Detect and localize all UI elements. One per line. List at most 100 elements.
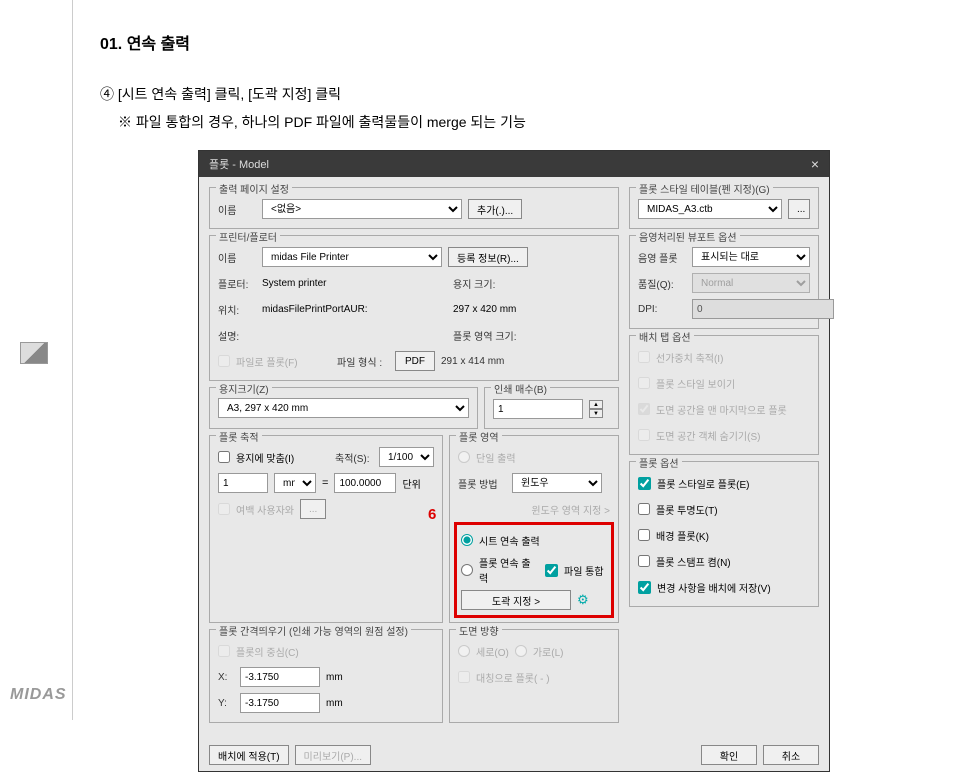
printer-properties-button[interactable]: 등록 정보(R)... [448,247,528,267]
location-label: 위치: [218,302,256,317]
paperspace-last-checkbox [638,403,650,415]
name-label: 이름 [218,202,256,217]
gear-icon[interactable]: ⚙ [577,592,589,608]
page-title: 01. 연속 출력 [100,30,860,54]
apply-to-layout-button[interactable]: 배치에 적용(T) [209,745,289,765]
group-page-setup: 출력 페이지 설정 이름 <없음> 추가(.)... [209,187,619,229]
scale-num-input[interactable] [218,473,268,493]
upside-checkbox [458,671,470,683]
margin-dots-button: ... [300,499,326,519]
printer-select[interactable]: midas File Printer [262,247,442,267]
file-merge-label: 파일 통합 [564,563,604,578]
mm-label2: mm [326,698,343,709]
highlight-number: 6 [428,506,436,523]
quality-select: Normal [692,273,810,293]
show-style-checkbox [638,377,650,389]
plotarea-label: 플롯 영역 크기: [453,328,533,343]
center-label: 플롯의 중심(C) [236,644,299,659]
sheet-continuous-radio[interactable] [461,534,473,546]
group-printer: 프린터/플로터 이름 midas File Printer 등록 정보(R)..… [209,235,619,381]
group-title: 플롯 영역 [456,429,502,444]
mm-label: mm [326,672,343,683]
y-label: Y: [218,698,234,709]
ok-button[interactable]: 확인 [701,745,757,765]
location-value: midasFilePrintPortAUR: [262,304,447,315]
shade-select[interactable]: 표시되는 대로 [692,247,810,267]
copies-input[interactable] [493,399,583,419]
group-title: 음영처리된 뷰포트 옵션 [636,229,740,244]
group-title: 플롯 간격띄우기 (인쇄 가능 영역의 원점 설정) [216,623,411,638]
group-title: 플롯 스타일 테이블(펜 지정)(G) [636,181,773,196]
add-button[interactable]: 추가(.)... [468,199,522,219]
plot-to-file-checkbox [218,355,230,367]
plot-transparency-checkbox[interactable] [638,503,650,515]
papersize-select[interactable]: A3, 297 x 420 mm [218,398,469,418]
x-input[interactable] [240,667,320,687]
single-plot-label: 단일 출력 [476,450,516,465]
plotarea-value: 291 x 414 mm [441,356,504,367]
style-table-select[interactable]: MIDAS_A3.ctb [638,199,782,219]
group-title: 용지크기(Z) [216,381,272,396]
plot-dialog: 플롯 - Model × 출력 페이지 설정 이름 <없음> 추가(.)... … [198,150,830,772]
group-offset: 플롯 간격띄우기 (인쇄 가능 영역의 원점 설정) 플롯의 중심(C) X: … [209,629,443,723]
fit-to-paper-checkbox[interactable] [218,451,230,463]
upside-label: 대칭으로 플롯( - ) [476,670,550,685]
desc-label: 설명: [218,328,256,343]
scale-denom-input[interactable] [334,473,396,493]
plot-stamp-checkbox[interactable] [638,555,650,567]
y-input[interactable] [240,693,320,713]
plot-with-style-checkbox[interactable] [638,477,651,490]
file-format-label: 파일 형식 : [337,354,389,369]
note-text: ※ 파일 통합의 경우, 하나의 PDF 파일에 출력물들이 merge 되는 … [118,112,860,132]
quality-label: 품질(Q): [638,276,686,291]
group-viewport: 음영처리된 뷰포트 옵션 음영 플롯 표시되는 대로 품질(Q): Normal… [629,235,819,329]
scale-unit-select[interactable]: mm [274,473,316,493]
plotter-value: System printer [262,278,447,289]
hide-paperspace-checkbox [638,429,650,441]
x-label: X: [218,672,234,683]
group-copies: 인쇄 매수(B) ▲▼ [484,387,619,429]
file-format-button[interactable]: PDF [395,351,435,371]
background-plot-checkbox[interactable] [638,529,650,541]
plot-continuous-radio[interactable] [461,564,473,576]
style-table-dots-button[interactable]: ... [788,199,810,219]
close-icon[interactable]: × [811,156,819,172]
pageset-name-select[interactable]: <없음> [262,199,462,219]
portrait-radio [458,645,470,657]
dpi-label: DPI: [638,304,686,315]
group-title: 배치 탭 옵션 [636,329,694,344]
landscape-label: 가로(L) [533,644,564,659]
margin-label: 여백 사용자와 [236,502,294,517]
frame-assign-button[interactable]: 도곽 지정 > [461,590,571,610]
fit-label: 용지에 맞춤(I) [236,450,294,465]
group-title: 도면 방향 [456,623,502,638]
group-title: 플롯 옵션 [636,455,682,470]
save-changes-checkbox[interactable] [638,581,651,594]
single-plot-radio [458,451,470,463]
group-title: 플롯 축적 [216,429,262,444]
copies-spinner[interactable]: ▲▼ [589,400,603,418]
dialog-title: 플롯 - Model [209,156,269,172]
group-orientation: 도면 방향 세로(O) 가로(L) 대칭으로 플롯( - ) [449,629,619,723]
group-plot-area: 플롯 영역 단일 출력 플롯 방법 윈도우 윈도우 영역 지정 > 6 [449,435,619,623]
papersize-value: 297 x 420 mm [453,304,516,315]
sheet-continuous-label: 시트 연속 출력 [479,533,540,548]
unit-label: 단위 [402,476,420,491]
group-style-table: 플롯 스타일 테이블(펜 지정)(G) MIDAS_A3.ctb ... [629,187,819,229]
group-title: 출력 페이지 설정 [216,181,292,196]
page-thumbnail [20,342,48,364]
plot-to-file-label: 파일로 플롯(F) [236,354,331,369]
portrait-label: 세로(O) [476,644,509,659]
dpi-input [692,299,834,319]
group-scale: 플롯 축적 용지에 맞춤(I) 축적(S): 1/100 mm = [209,435,443,623]
step-text: ④ [시트 연속 출력] 클릭, [도곽 지정] 클릭 [100,84,860,104]
file-merge-checkbox[interactable] [545,564,558,577]
plotter-label: 플로터: [218,276,256,291]
group-papersize: 용지크기(Z) A3, 297 x 420 mm [209,387,478,429]
plot-method-select[interactable]: 윈도우 [512,473,602,493]
preview-button: 미리보기(P)... [295,745,371,765]
cancel-button[interactable]: 취소 [763,745,819,765]
plot-continuous-label: 플롯 연속 출력 [479,555,539,585]
scale-select[interactable]: 1/100 [379,447,434,467]
group-title: 프린터/플로터 [216,229,280,244]
